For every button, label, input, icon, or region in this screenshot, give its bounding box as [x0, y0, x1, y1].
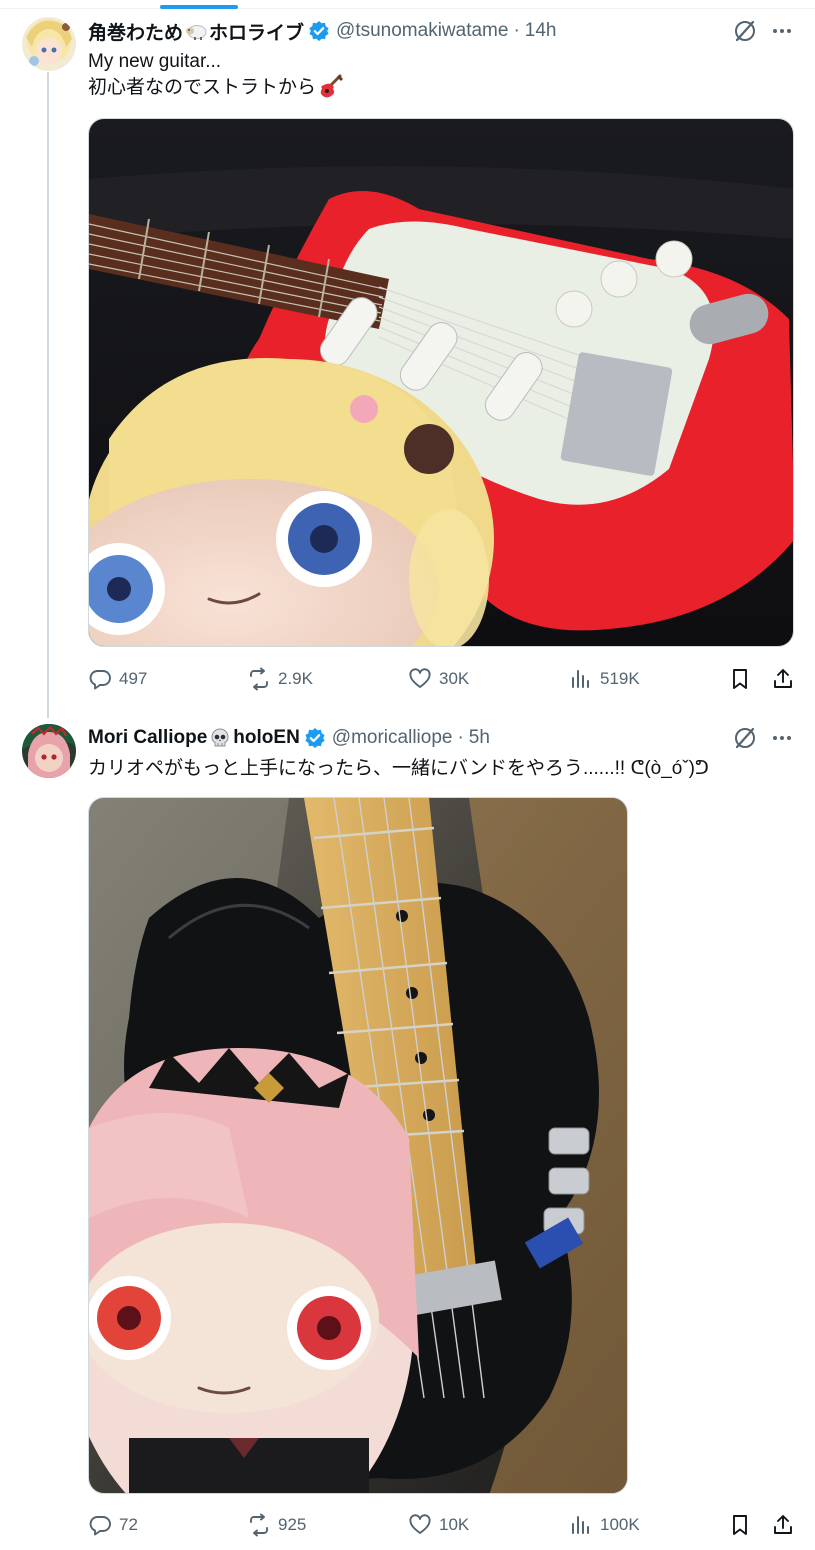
share-icon	[774, 1515, 792, 1534]
separator-dot: ·	[513, 20, 520, 41]
grok-icon[interactable]	[732, 725, 758, 751]
repost-count: 2.9K	[278, 669, 313, 688]
user-handle[interactable]: @tsunomakiwatame	[336, 20, 508, 42]
share-icon	[774, 669, 792, 688]
display-name[interactable]: 角巻わため	[88, 18, 183, 45]
repost-icon	[250, 1513, 268, 1537]
repost-count: 925	[278, 1515, 307, 1534]
skull-emoji-icon	[209, 727, 231, 749]
user-handle[interactable]: @moricalliope	[332, 727, 453, 749]
tweet-header: Mori Calliope holoEN @moricalliope · 5h	[88, 725, 490, 751]
more-icon[interactable]	[770, 726, 794, 750]
tweet-image[interactable]	[88, 118, 794, 647]
bookmark-button[interactable]	[728, 664, 752, 694]
timestamp[interactable]: 14h	[525, 20, 557, 42]
bookmark-icon	[733, 669, 747, 689]
verified-badge-icon	[304, 727, 326, 749]
thread-connector-line	[47, 72, 49, 718]
separator-dot: ·	[457, 727, 464, 748]
avatar[interactable]	[22, 17, 76, 71]
views-button[interactable]: 519K	[569, 664, 640, 694]
grok-icon[interactable]	[732, 18, 758, 44]
more-icon[interactable]	[770, 19, 794, 43]
reply-icon	[89, 1516, 111, 1536]
bookmark-icon	[733, 1515, 747, 1535]
like-button[interactable]: 30K	[408, 664, 469, 694]
share-button[interactable]	[771, 664, 795, 694]
reply-button[interactable]: 497	[88, 664, 147, 694]
repost-button[interactable]: 925	[247, 1510, 306, 1540]
tweet-text-line-2: 初心者なのでストラトから	[88, 74, 346, 100]
tweet-actions: 72 925 10K 100K	[88, 1510, 798, 1540]
tweet-image[interactable]	[88, 797, 628, 1494]
tweet-text-line: My new guitar...	[88, 51, 222, 72]
repost-icon	[250, 667, 268, 691]
bookmark-button[interactable]	[728, 1510, 752, 1540]
tweet-text-line: カリオペがもっと上手になったら、一緒にバンドをやろう......!! ᕦ(ò_ó…	[88, 758, 709, 779]
reply-icon	[89, 670, 111, 690]
like-count: 10K	[439, 1515, 470, 1534]
views-icon	[572, 1516, 589, 1534]
active-tab-indicator	[160, 5, 238, 9]
reply-button[interactable]: 72	[88, 1510, 138, 1540]
views-button[interactable]: 100K	[569, 1510, 640, 1540]
tweet-actions: 497 2.9K 30K 519K	[88, 664, 798, 694]
top-divider	[0, 8, 815, 9]
verified-badge-icon	[308, 20, 330, 42]
tweet-header: 角巻わため ホロライブ @tsunomakiwatame · 14h	[88, 18, 556, 44]
like-button[interactable]: 10K	[408, 1510, 469, 1540]
display-name-suffix[interactable]: holoEN	[233, 727, 300, 749]
like-count: 30K	[439, 669, 470, 688]
repost-button[interactable]: 2.9K	[247, 664, 313, 694]
display-name[interactable]: Mori Calliope	[88, 727, 207, 749]
display-name-suffix[interactable]: ホロライブ	[209, 18, 304, 45]
guitar-emoji-icon	[318, 74, 344, 100]
views-count: 100K	[600, 1515, 640, 1534]
avatar[interactable]	[22, 724, 76, 778]
sheep-emoji-icon	[185, 22, 207, 40]
views-count: 519K	[600, 669, 640, 688]
heart-icon	[409, 668, 431, 688]
tweet-text-content: 初心者なのでストラトから	[88, 76, 317, 98]
reply-count: 497	[119, 669, 148, 688]
views-icon	[572, 670, 589, 688]
reply-count: 72	[119, 1515, 138, 1534]
share-button[interactable]	[771, 1510, 795, 1540]
heart-icon	[409, 1514, 431, 1534]
timestamp[interactable]: 5h	[469, 727, 490, 749]
